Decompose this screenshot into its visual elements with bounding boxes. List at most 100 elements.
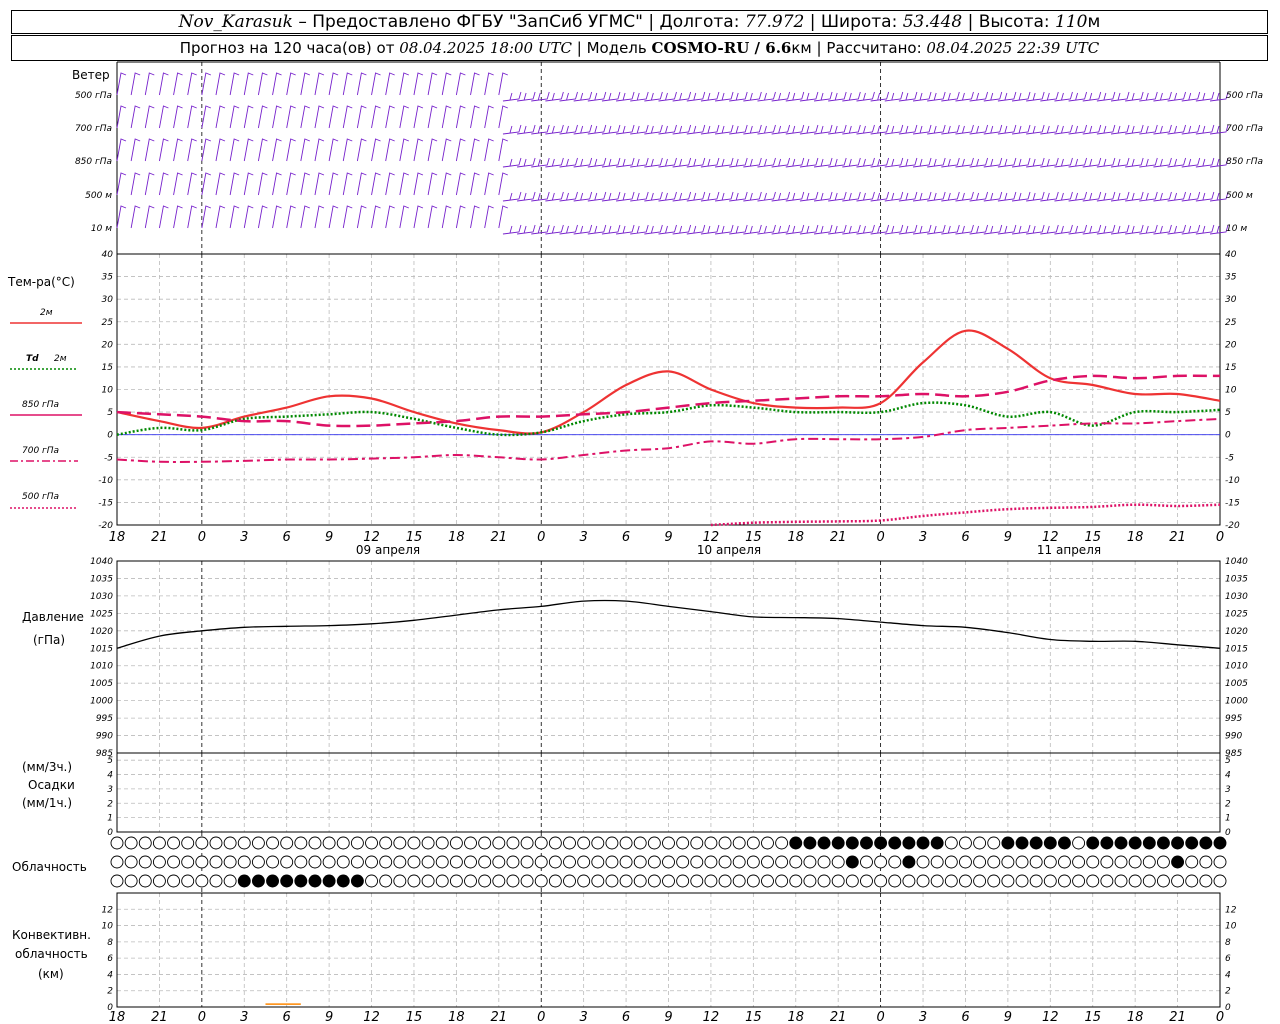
cloud-circle [548, 855, 562, 869]
cloud-circle [266, 836, 280, 850]
wind-barb [455, 105, 466, 129]
temp-tick-left: 40 [102, 250, 114, 260]
cloud-circle [195, 836, 209, 850]
cloud-circle [803, 836, 817, 850]
cloud-circle [492, 855, 506, 869]
cloud-circle [577, 836, 591, 850]
conv-tick-right: 10 [1225, 922, 1237, 932]
cloud-circle [704, 874, 718, 888]
wind-barb [257, 138, 268, 162]
cloud-circle [916, 855, 930, 869]
hour-tick-bottom: 6 [283, 1010, 291, 1024]
cloud-circle [845, 855, 859, 869]
cloud-circle [379, 874, 393, 888]
pressure-tick-right: 995 [1225, 714, 1242, 724]
date-label-11: 11 апреля [1037, 543, 1101, 557]
wind-level-700hpa: 700 гПа [75, 124, 112, 134]
cloud-circle [1114, 874, 1128, 888]
wind-barb [427, 205, 438, 229]
wind-barb [272, 138, 282, 162]
wind-barb [498, 172, 508, 196]
cloud-circle [1213, 836, 1227, 850]
cloud-circle [1114, 855, 1128, 869]
cloud-circle [959, 874, 972, 888]
cloud-circle [1142, 836, 1156, 850]
cloud-circle [322, 855, 336, 869]
cloud-circle [421, 836, 435, 850]
cloud-circle [633, 855, 647, 869]
cloud-circle [195, 874, 209, 888]
wind-level-700hpa-right: 700 гПа [1226, 124, 1263, 134]
wind-barb [328, 105, 339, 129]
pressure-unit: (гПа) [33, 633, 65, 647]
pressure-tick-right: 1020 [1225, 627, 1248, 637]
wind-barb [328, 72, 339, 96]
hour-tick-bottom: 0 [1216, 1010, 1224, 1024]
cloud-circle [1128, 836, 1142, 850]
conv-tick-right: 8 [1225, 938, 1231, 948]
wind-barb [356, 105, 367, 129]
wind-barb [201, 138, 212, 162]
precip-tick-right: 2 [1225, 799, 1231, 809]
wind-barb [158, 205, 169, 229]
pressure-tick-right: 1010 [1225, 662, 1248, 672]
text-layer: 40 4035 3530 3025 2520 2015 1510 105 50 0-5 -5-10-… [90, 250, 1248, 1024]
temp-tick-right: 15 [1225, 363, 1237, 373]
cloud-circle [676, 855, 690, 869]
cloud-circle [407, 874, 421, 888]
wind-barb [371, 172, 381, 196]
wind-barb [441, 138, 452, 162]
cloud-circle [1057, 855, 1071, 869]
date-label-10: 10 апреля [697, 543, 761, 557]
wind-barb [272, 205, 282, 229]
cloud-circle [831, 836, 845, 850]
cloud-circle [860, 836, 873, 850]
hour-tick-bottom: 9 [1004, 1010, 1012, 1024]
temp-tick-right: 35 [1225, 273, 1237, 283]
wind-barb [328, 138, 339, 162]
legend-t850-label: 850 гПа [22, 400, 59, 410]
hour-tick-bottom: 18 [448, 1010, 465, 1024]
wind-barb [455, 72, 466, 96]
wind-barb [229, 138, 240, 162]
wind-barb [413, 172, 424, 196]
cloud-circle [944, 874, 958, 888]
cloud-circle [1100, 855, 1114, 869]
cloud-circle [124, 836, 138, 850]
meteogram: 40 4035 3530 3025 2520 2015 1510 105 50 0-5 -5-10-… [7, 61, 1263, 1024]
hour-tick-top: 6 [622, 530, 630, 545]
pressure-tick-left: 1040 [90, 557, 113, 567]
cloud-circle [548, 874, 562, 888]
cloud-circle [647, 836, 661, 850]
temp-tick-right: -20 [1225, 521, 1240, 531]
hour-tick-top: 18 [787, 530, 804, 545]
wind-barb [158, 172, 169, 196]
wind-barb [144, 172, 155, 196]
cloud-circle [266, 874, 280, 888]
wind-barb [116, 172, 127, 196]
cloud-circle [1043, 836, 1057, 850]
wind-barb [441, 172, 452, 196]
cloud-circle [365, 874, 378, 888]
pressure-tick-left: 1025 [90, 609, 113, 619]
wind-barb [130, 172, 141, 196]
temp-tick-right: 30 [1225, 295, 1237, 305]
cloud-circle [633, 874, 647, 888]
wind-barb [455, 205, 466, 229]
hour-tick-top: 6 [283, 530, 291, 545]
conv-label-1: Конвективн. [12, 928, 91, 942]
hour-tick-top: 18 [109, 530, 126, 545]
cloud-circle [591, 855, 605, 869]
cloud-circle [209, 836, 223, 850]
wind-barb [427, 72, 438, 96]
wind-barb [342, 72, 353, 96]
cloud-circle [789, 855, 803, 869]
cloud-circle [732, 874, 746, 888]
wind-level-500m-right: 500 м [1226, 191, 1253, 201]
cloud-circle [1086, 855, 1100, 869]
cloud-circle [138, 874, 152, 888]
cloud-circle [181, 836, 195, 850]
hour-tick-top: 21 [491, 530, 508, 545]
wind-barb [502, 124, 522, 135]
precip-tick-left: 0 [107, 828, 113, 838]
